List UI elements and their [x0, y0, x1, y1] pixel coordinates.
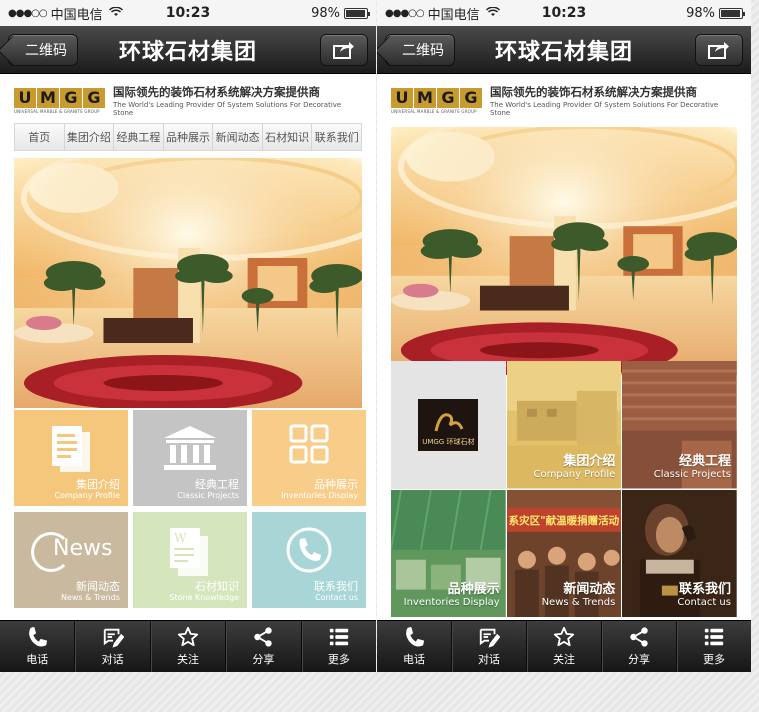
hotel-lobby-banner[interactable]	[391, 127, 737, 375]
list-icon	[704, 628, 724, 646]
wifi-icon	[485, 6, 500, 20]
menu-item-products[interactable]: 品种展示	[164, 124, 214, 150]
tile-contact-us[interactable]: 联系我们 Contact us	[252, 512, 366, 608]
navigation-bar: 二维码 环球石材集团	[377, 26, 751, 74]
news-icon: News	[29, 528, 113, 576]
tile-company-profile[interactable]: 集团介绍 Company Profile	[506, 361, 622, 489]
share-button[interactable]	[695, 33, 743, 66]
battery-icon	[344, 7, 370, 19]
qrcode-back-button[interactable]: 二维码	[385, 33, 455, 66]
signal-icon: ●●●○○	[8, 7, 48, 19]
wifi-icon	[108, 6, 123, 20]
tile-inventories-display[interactable]: 品种展示 Inventories Display	[391, 489, 506, 617]
status-bar: ●●●○○ 中国电信 10:23 98%	[0, 0, 376, 26]
menu-item-projects[interactable]: 经典工程	[114, 124, 164, 150]
tile-news-trends[interactable]: News 新闻动态 News & Trends	[14, 512, 128, 608]
battery-percent: 98%	[686, 5, 715, 21]
signal-icon: ●●●○○	[385, 7, 425, 19]
phone-screen-right: ●●●○○ 中国电信 10:23 98% 二维码 环球石材集团 UMGG UNI…	[377, 0, 751, 672]
brand-emblem: UMGG 环球石材	[418, 398, 479, 451]
tagline: 国际领先的装饰石材系统解决方案提供商 The World's Leading P…	[490, 85, 719, 117]
umgg-logo: UMGG UNIVERSAL MARBLE & GRANITE GROUP	[391, 87, 482, 114]
chat-edit-icon	[479, 628, 500, 648]
menu-item-home[interactable]: 首页	[15, 124, 65, 150]
status-bar: ●●●○○ 中国电信 10:23 98%	[377, 0, 751, 26]
building-icon	[164, 426, 216, 470]
list-icon	[329, 628, 348, 646]
brand-header: UMGG UNIVERSAL MARBLE & GRANITE GROUP 国际…	[377, 74, 751, 123]
bottom-toolbar: 电话 对话 关注 分享 更多	[377, 620, 751, 672]
feature-tiles: 集团介绍 Company Profile 经典工程 Classic Projects…	[14, 410, 366, 610]
toolbar-chat[interactable]: 对话	[75, 621, 151, 672]
tile-contact-us[interactable]: 联系我们 Contact us	[622, 489, 737, 617]
star-icon	[553, 626, 575, 647]
star-icon	[177, 626, 199, 647]
qrcode-back-button[interactable]: 二维码	[8, 33, 78, 66]
toolbar-follow[interactable]: 关注	[527, 621, 602, 672]
share-arrow-icon	[333, 41, 354, 59]
hotel-lobby-banner[interactable]	[14, 158, 362, 408]
battery-icon	[719, 7, 745, 19]
menu-item-company[interactable]: 集团介绍	[65, 124, 115, 150]
news-banner-text: 系灾区"献温暖捐赠活动	[508, 514, 620, 527]
bottom-toolbar: 电话 对话 关注 分享 更多	[0, 620, 376, 672]
grid-icon	[289, 424, 329, 464]
tile-brand-logo[interactable]: UMGG 环球石材	[391, 361, 506, 489]
document-icon	[52, 426, 90, 472]
toolbar-more[interactable]: 更多	[302, 621, 376, 672]
tile-inventories-display[interactable]: 品种展示 Inventories Display	[252, 410, 366, 506]
navigation-bar: 二维码 环球石材集团	[0, 26, 376, 74]
toolbar-share[interactable]: 分享	[602, 621, 677, 672]
share-button[interactable]	[320, 33, 368, 66]
tile-stone-knowledge[interactable]: W 石材知识 Stone Knowledge	[133, 512, 247, 608]
book-icon: W	[170, 528, 208, 576]
carrier-label: 中国电信	[427, 7, 480, 23]
photo-tiles: UMGG 环球石材 集团介绍 Company Profile 经典工程 Clas…	[391, 361, 737, 617]
tile-company-profile[interactable]: 集团介绍 Company Profile	[14, 410, 128, 506]
battery-percent: 98%	[311, 5, 340, 21]
share-icon	[254, 627, 273, 647]
toolbar-chat[interactable]: 对话	[452, 621, 527, 672]
menu-item-knowledge[interactable]: 石材知识	[263, 124, 313, 150]
share-icon	[630, 627, 648, 647]
share-arrow-icon	[708, 41, 729, 59]
toolbar-follow[interactable]: 关注	[151, 621, 227, 672]
tile-classic-projects[interactable]: 经典工程 Classic Projects	[133, 410, 247, 506]
tile-classic-projects[interactable]: 经典工程 Classic Projects	[622, 361, 737, 489]
phone-icon	[406, 626, 425, 647]
carrier-label: 中国电信	[50, 7, 103, 23]
toolbar-phone[interactable]: 电话	[377, 621, 452, 672]
chat-edit-icon	[103, 628, 124, 648]
phone-screen-left: ●●●○○ 中国电信 10:23 98% 二维码 环球石材集团 UMGG UNI…	[0, 0, 376, 672]
brand-header: UMGG UNIVERSAL MARBLE & GRANITE GROUP 国际…	[0, 74, 376, 123]
phone-icon	[29, 626, 48, 647]
tile-news-trends[interactable]: 系灾区"献温暖捐赠活动 新闻动态 News & Trends	[506, 489, 622, 617]
umgg-logo: UMGG UNIVERSAL MARBLE & GRANITE GROUP	[14, 87, 105, 114]
toolbar-phone[interactable]: 电话	[0, 621, 76, 672]
toolbar-share[interactable]: 分享	[226, 621, 302, 672]
menu-item-news[interactable]: 新闻动态	[213, 124, 263, 150]
toolbar-more[interactable]: 更多	[677, 621, 751, 672]
menu-item-contact[interactable]: 联系我们	[312, 124, 361, 150]
svg-text:W: W	[174, 531, 187, 545]
phone-icon	[286, 527, 332, 573]
main-menu: 首页 集团介绍 经典工程 品种展示 新闻动态 石材知识 联系我们	[14, 123, 362, 151]
tagline: 国际领先的装饰石材系统解决方案提供商 The World's Leading P…	[113, 85, 342, 117]
